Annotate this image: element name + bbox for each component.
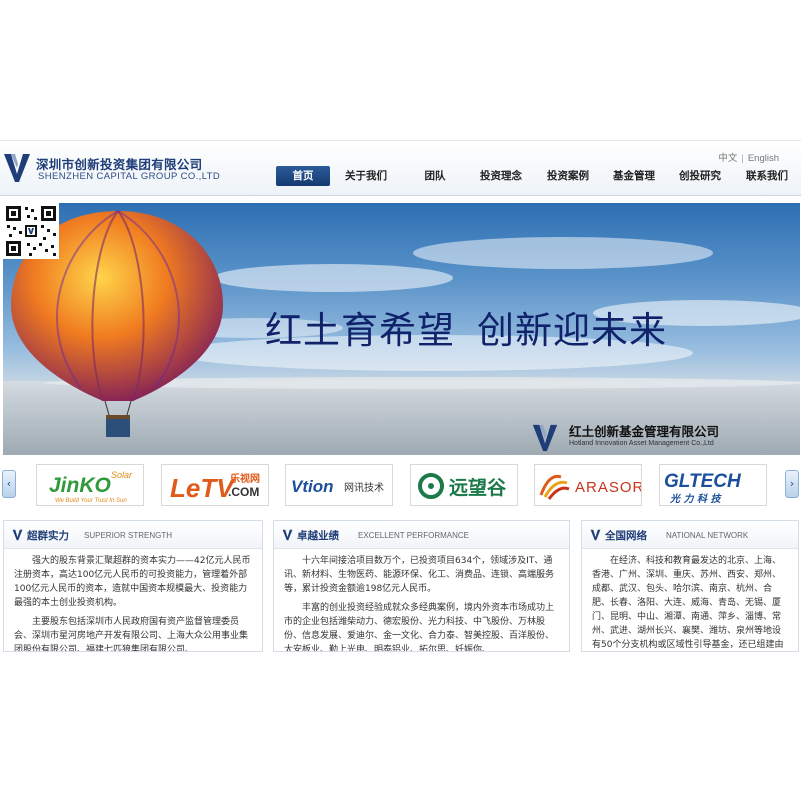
box-body: 在经济、科技和教育最发达的北京、上海、香港、广州、深圳、重庆、苏州、西安、郑州、…	[582, 549, 798, 651]
box-body: 十六年间接洽项目数万个，已投资项目634个，领域涉及IT、通讯、新材料、生物医药…	[274, 549, 569, 652]
slogan-right: 创新迎未来	[477, 309, 667, 352]
box-header: 超群实力 SUPERIOR STRENGTH	[4, 521, 262, 549]
info-box-network: 全国网络 NATIONAL NETWORK 在经济、科技和教育最发达的北京、上海…	[581, 520, 799, 652]
jinko-wordmark: JinKO	[49, 474, 111, 497]
invengo-wordmark: 远望谷	[449, 476, 507, 499]
company-name-en: SHENZHEN CAPITAL GROUP CO.,LTD	[38, 171, 221, 182]
partner-logo-invengo[interactable]: 远望谷	[410, 464, 518, 506]
nav-item-contact[interactable]: 联系我们	[738, 166, 796, 186]
box-paragraph: 十六年间接洽项目数万个，已投资项目634个，领域涉及IT、通讯、新材料、生物医药…	[284, 556, 555, 594]
slogan-left: 红土育希望	[265, 309, 455, 352]
box-paragraph: 丰富的创业投资经验成就众多经典案例，境内外资本市场成功上市的企业包括潍柴动力、德…	[284, 603, 555, 652]
language-chinese-link[interactable]: 中文	[718, 153, 737, 164]
v-logo-icon	[12, 529, 23, 541]
partner-logo-gltech[interactable]: GLTECH 光 力 科 技	[659, 464, 767, 506]
info-box-performance: 卓越业绩 EXCELLENT PERFORMANCE 十六年间接洽项目数万个，已…	[273, 520, 570, 652]
fund-logo-icon	[532, 424, 558, 452]
banner-slogan: 红土育希望 创新迎未来	[265, 300, 667, 354]
jinko-tag: Solar	[111, 470, 133, 480]
arasor-wordmark: ARASOR	[575, 479, 642, 496]
box-subtitle: NATIONAL NETWORK	[666, 531, 749, 540]
letv-wordmark: LeTV	[170, 473, 236, 503]
vtion-cn: 网讯技术	[344, 481, 384, 494]
partner-logo-vtion[interactable]: Vtion 网讯技术	[285, 464, 393, 506]
nav-item-philosophy[interactable]: 投资理念	[472, 166, 530, 186]
language-switcher: 中文 | English	[718, 150, 779, 164]
hero-banner[interactable]: 红土育希望 创新迎未来 红土创新基金管理有限公司 Hotland Innovati…	[3, 203, 800, 455]
nav-item-home[interactable]: 首页	[276, 166, 330, 186]
box-header: 全国网络 NATIONAL NETWORK	[582, 521, 798, 549]
box-header: 卓越业绩 EXCELLENT PERFORMANCE	[274, 521, 569, 549]
qr-code-icon	[3, 203, 59, 259]
fund-name-cn: 红土创新基金管理有限公司	[569, 424, 720, 439]
chevron-left-icon[interactable]: ‹	[2, 470, 16, 498]
box-title[interactable]: 卓越业绩	[297, 528, 339, 543]
box-subtitle: SUPERIOR STRENGTH	[84, 531, 173, 540]
nav-item-fund-management[interactable]: 基金管理	[605, 166, 663, 186]
v-logo-icon	[590, 529, 601, 541]
language-english-link[interactable]: English	[748, 153, 779, 164]
language-separator: |	[741, 153, 744, 164]
page: 深圳市创新投资集团有限公司 SHENZHEN CAPITAL GROUP CO.…	[0, 0, 801, 801]
partner-logo-arasor[interactable]: ARASOR	[534, 464, 642, 506]
fund-name-en: Hotland Innovation Asset Management Co.,…	[569, 440, 714, 447]
letv-cn: 乐视网	[230, 472, 260, 485]
letv-suffix: .COM	[228, 485, 259, 499]
box-body: 强大的股东背景汇聚超群的资本实力——42亿元人民币注册资本，高达100亿元人民币…	[4, 549, 262, 652]
jinko-tagline: We Build Your Trust In Sun	[55, 498, 127, 504]
box-title[interactable]: 超群实力	[27, 528, 69, 543]
site-header: 深圳市创新投资集团有限公司 SHENZHEN CAPITAL GROUP CO.…	[0, 140, 801, 196]
nav-item-about[interactable]: 关于我们	[338, 166, 394, 186]
company-logo-icon[interactable]	[4, 152, 30, 184]
gltech-cn: 光 力 科 技	[669, 493, 722, 505]
nav-item-research[interactable]: 创投研究	[671, 166, 729, 186]
box-paragraph: 在经济、科技和教育最发达的北京、上海、香港、广州、深圳、重庆、苏州、西安、郑州、…	[592, 556, 784, 650]
partner-logo-jinko[interactable]: JinKO Solar We Build Your Trust In Sun	[36, 464, 144, 506]
partner-logo-letv[interactable]: LeTV 乐视网 .COM	[161, 464, 269, 506]
nav-item-cases[interactable]: 投资案例	[539, 166, 597, 186]
box-paragraph: 主要股东包括深圳市人民政府国有资产监督管理委员会、深圳市星河房地产开发有限公司、…	[14, 617, 249, 652]
gltech-wordmark: GLTECH	[664, 471, 742, 492]
box-subtitle: EXCELLENT PERFORMANCE	[358, 531, 469, 540]
box-title[interactable]: 全国网络	[605, 528, 647, 543]
info-box-strength: 超群实力 SUPERIOR STRENGTH 强大的股东背景汇聚超群的资本实力—…	[3, 520, 263, 652]
box-paragraph: 强大的股东背景汇聚超群的资本实力——42亿元人民币注册资本，高达100亿元人民币…	[14, 556, 251, 608]
v-logo-icon	[282, 529, 293, 541]
nav-item-team[interactable]: 团队	[410, 166, 460, 186]
partner-logo-carousel: ‹ JinKO Solar We Build Your Trust In Sun…	[0, 460, 801, 510]
vtion-wordmark: Vtion	[291, 477, 334, 496]
chevron-right-icon[interactable]: ›	[785, 470, 799, 498]
